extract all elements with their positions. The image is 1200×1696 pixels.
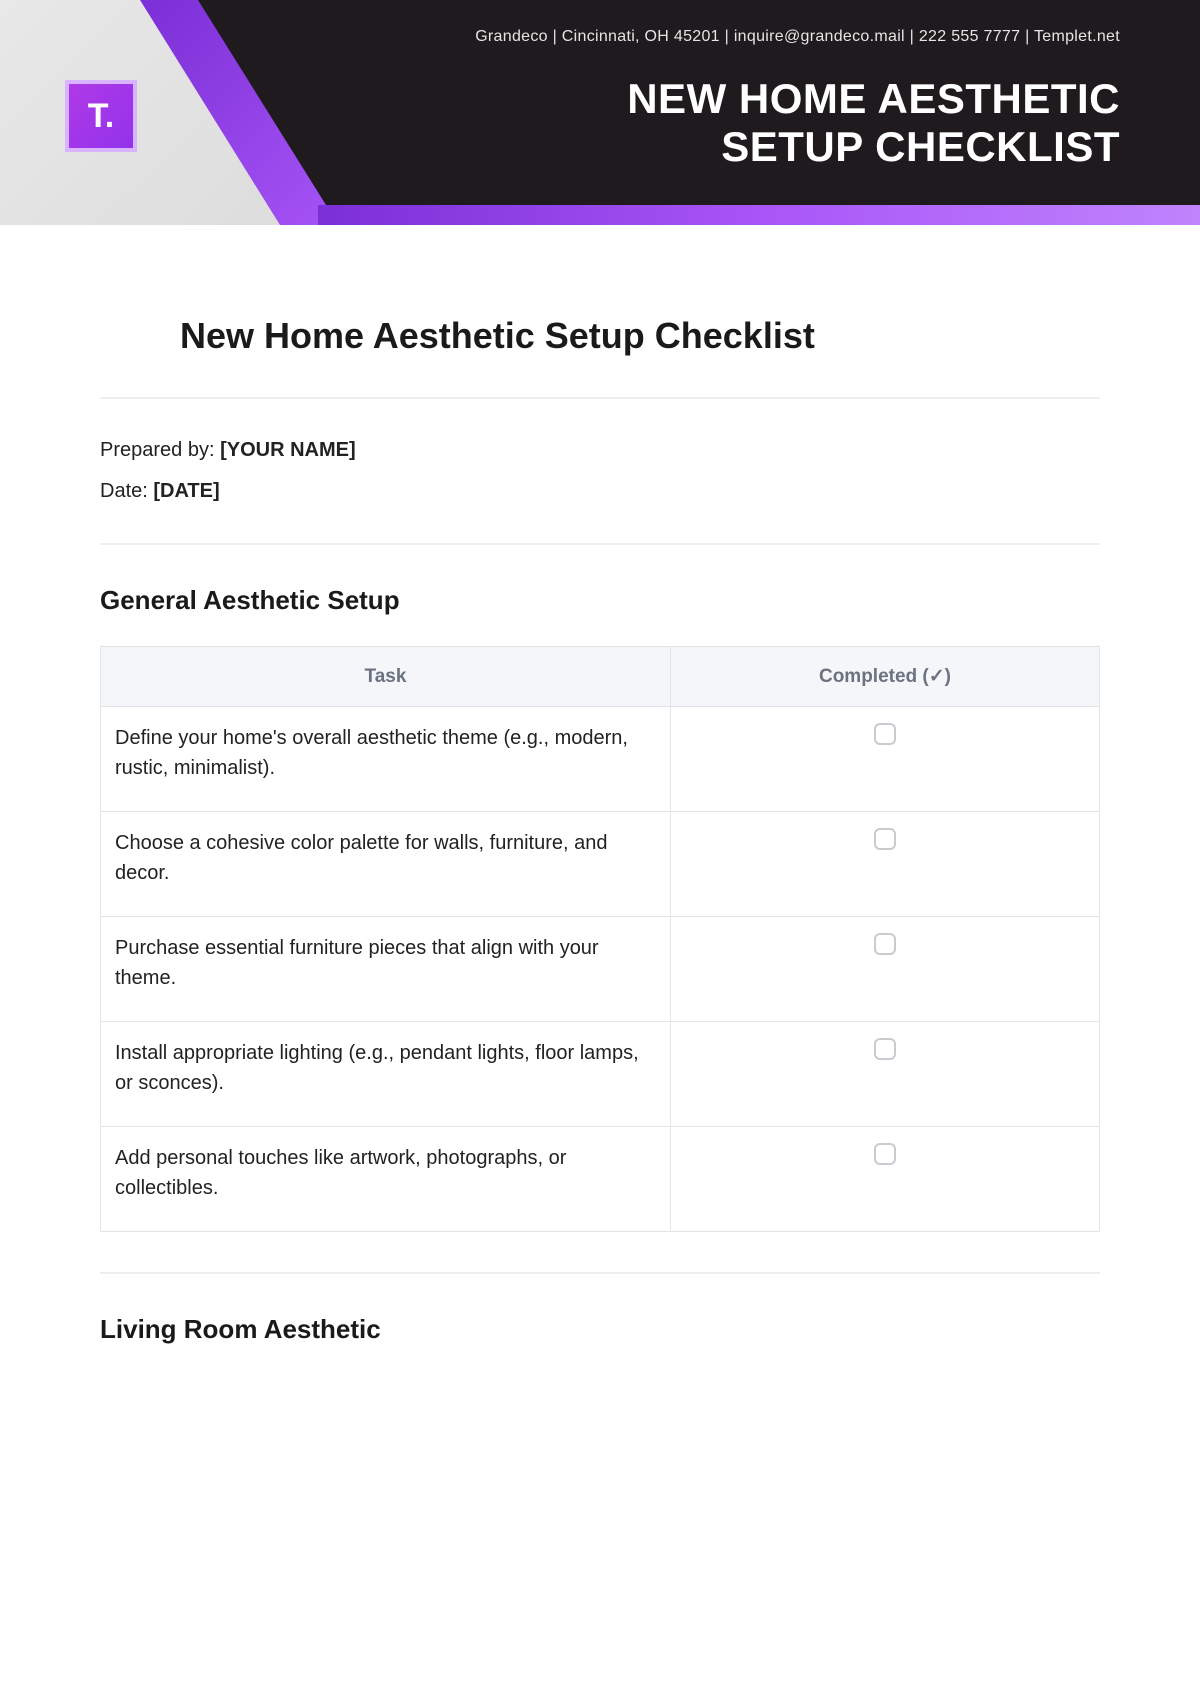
table-row: Choose a cohesive color palette for wall… (101, 812, 1100, 917)
section-title-living-room: Living Room Aesthetic (100, 1314, 1100, 1345)
section-title-general: General Aesthetic Setup (100, 585, 1100, 616)
checkbox-cell (671, 1022, 1100, 1127)
header-contact-line: Grandeco | Cincinnati, OH 45201 | inquir… (475, 28, 1120, 46)
table-row: Purchase essential furniture pieces that… (101, 917, 1100, 1022)
date-value: [DATE] (153, 480, 219, 502)
table-row: Define your home's overall aesthetic the… (101, 707, 1100, 812)
table-row: Add personal touches like artwork, photo… (101, 1127, 1100, 1232)
page-title: New Home Aesthetic Setup Checklist (180, 315, 1100, 357)
task-text: Add personal touches like artwork, photo… (101, 1127, 671, 1232)
task-text: Define your home's overall aesthetic the… (101, 707, 671, 812)
table-row: Install appropriate lighting (e.g., pend… (101, 1022, 1100, 1127)
column-header-task: Task (101, 647, 671, 707)
task-text: Purchase essential furniture pieces that… (101, 917, 671, 1022)
logo-text: T. (88, 97, 114, 136)
checkbox-icon[interactable] (874, 828, 896, 850)
prepared-by-line: Prepared by: [YOUR NAME] (100, 439, 1100, 462)
header-title-line2: SETUP CHECKLIST (627, 123, 1120, 171)
divider (100, 397, 1100, 399)
header-title: NEW HOME AESTHETIC SETUP CHECKLIST (627, 75, 1120, 172)
header-gradient-bar (318, 205, 1200, 225)
column-header-completed: Completed (✓) (671, 647, 1100, 707)
checkbox-icon[interactable] (874, 1143, 896, 1165)
checklist-table-general: Task Completed (✓) Define your home's ov… (100, 646, 1100, 1232)
prepared-by-label: Prepared by: (100, 439, 220, 461)
divider (100, 1272, 1100, 1274)
divider (100, 543, 1100, 545)
date-label: Date: (100, 480, 153, 502)
checkbox-cell (671, 812, 1100, 917)
prepared-by-value: [YOUR NAME] (220, 439, 356, 461)
checkbox-cell (671, 707, 1100, 812)
date-line: Date: [DATE] (100, 480, 1100, 503)
task-text: Install appropriate lighting (e.g., pend… (101, 1022, 671, 1127)
task-text: Choose a cohesive color palette for wall… (101, 812, 671, 917)
logo-badge: T. (65, 80, 137, 152)
checkbox-icon[interactable] (874, 723, 896, 745)
checkbox-icon[interactable] (874, 1038, 896, 1060)
header-title-line1: NEW HOME AESTHETIC (627, 75, 1120, 123)
checkbox-cell (671, 917, 1100, 1022)
document-body: New Home Aesthetic Setup Checklist Prepa… (0, 225, 1200, 1415)
checkbox-icon[interactable] (874, 933, 896, 955)
document-header: Grandeco | Cincinnati, OH 45201 | inquir… (0, 0, 1200, 225)
checkbox-cell (671, 1127, 1100, 1232)
